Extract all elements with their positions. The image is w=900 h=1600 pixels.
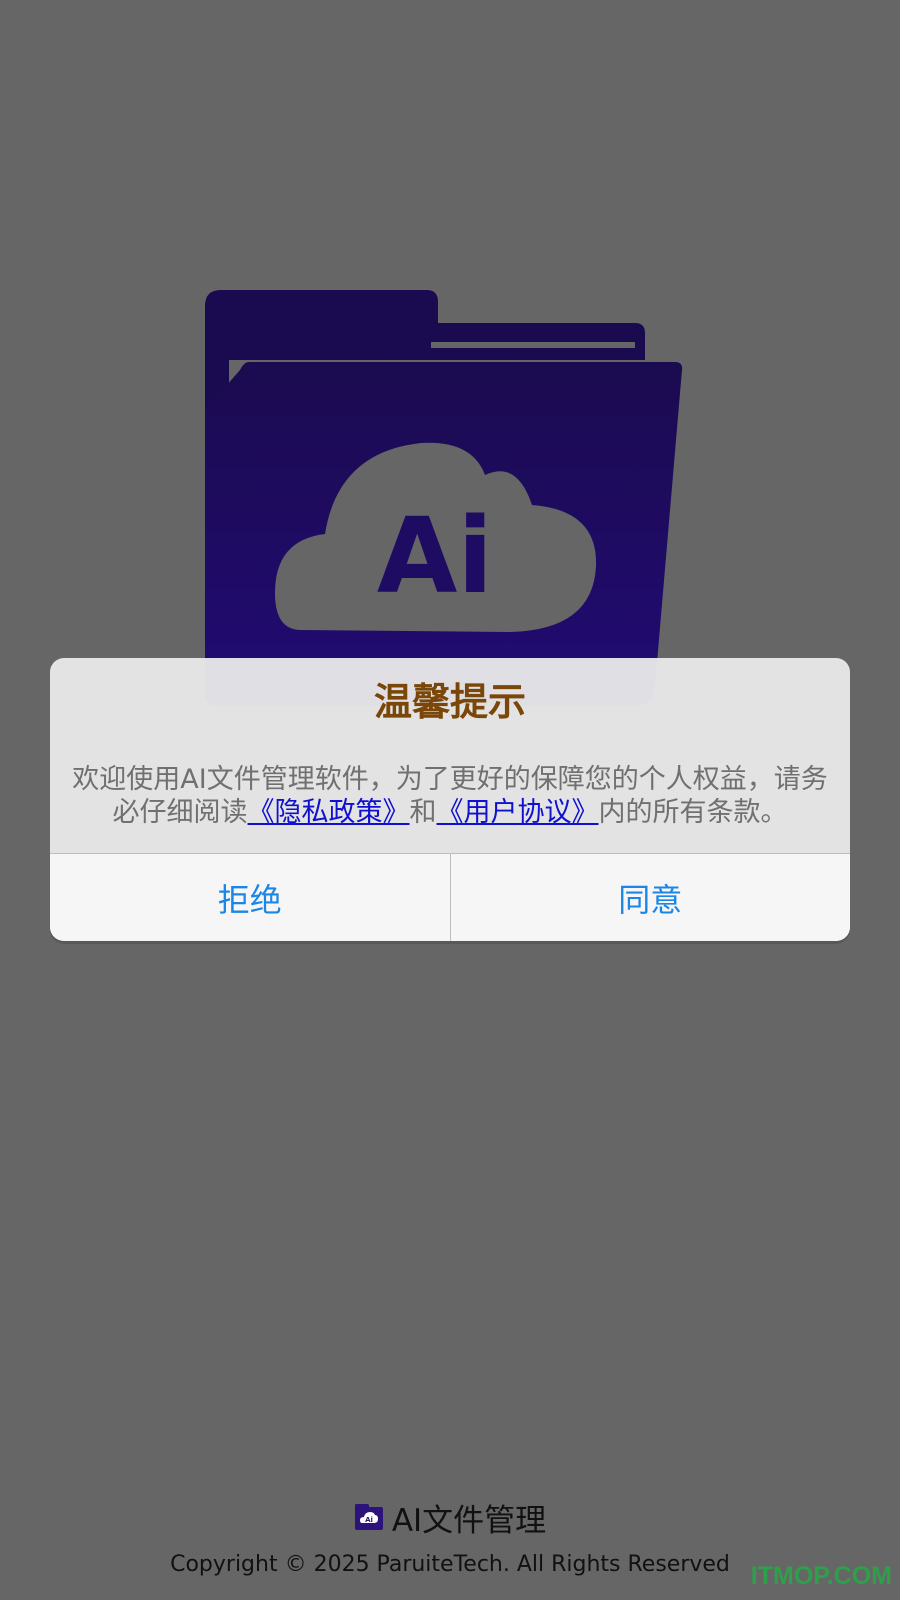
message-middle: 和 (409, 797, 437, 828)
svg-text:Ai: Ai (365, 1516, 373, 1524)
user-agreement-link[interactable]: 《用户协议》 (437, 797, 599, 828)
folder-cloud-ai-icon: Ai (354, 1504, 383, 1530)
site-watermark: ITMOP.COM (750, 1562, 892, 1590)
dialog-message: 欢迎使用AI文件管理软件，为了更好的保障您的个人权益，请务必仔细阅读《隐私政策》… (70, 763, 830, 829)
message-after: 内的所有条款。 (598, 797, 788, 828)
footer-app-label: AI文件管理 (391, 1502, 547, 1539)
folder-cloud-ai-icon: Ai (205, 290, 683, 706)
reject-button[interactable]: 拒绝 (50, 854, 451, 941)
footer-app-name: Ai AI文件管理 (0, 1495, 900, 1539)
privacy-dialog: 温馨提示 欢迎使用AI文件管理软件，为了更好的保障您的个人权益，请务必仔细阅读《… (50, 658, 850, 941)
privacy-policy-link[interactable]: 《隐私政策》 (248, 797, 410, 828)
dialog-title: 温馨提示 (373, 680, 526, 724)
logo-text: Ai (377, 495, 493, 617)
splash-screen: Ai 温馨提示 欢迎使用AI文件管理软件，为了更好的保障您的个人权益，请务必仔细… (0, 0, 900, 1600)
agree-button[interactable]: 同意 (451, 854, 851, 941)
dialog-button-bar: 拒绝 同意 (50, 853, 850, 941)
